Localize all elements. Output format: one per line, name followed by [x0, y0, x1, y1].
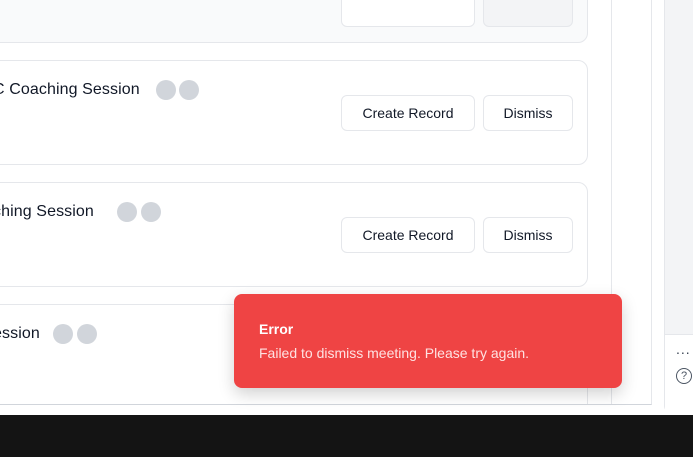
create-record-button[interactable]: Create Record — [341, 95, 475, 131]
dismiss-button[interactable] — [483, 0, 573, 27]
toast-title: Error — [259, 321, 294, 337]
meeting-card: C Coaching Session Create Record Dismiss — [0, 60, 588, 165]
create-record-button[interactable] — [341, 0, 475, 27]
attendee-avatar — [77, 324, 97, 344]
dismiss-button[interactable]: Dismiss — [483, 95, 573, 131]
meeting-title: ching Session — [0, 203, 94, 220]
meeting-title: ession — [0, 325, 40, 342]
desktop-background — [0, 415, 693, 457]
rail-footer: ... ? — [665, 334, 693, 412]
attendee-avatar — [141, 202, 161, 222]
attendee-avatar — [179, 80, 199, 100]
meeting-card: ching Session Create Record Dismiss — [0, 182, 588, 287]
error-toast[interactable]: Error Failed to dismiss meeting. Please … — [234, 294, 622, 388]
help-icon[interactable]: ? — [676, 368, 692, 384]
create-record-button[interactable]: Create Record — [341, 217, 475, 253]
dismiss-button[interactable]: Dismiss — [483, 217, 573, 253]
more-options-icon[interactable]: ... — [676, 341, 691, 357]
meeting-title: C Coaching Session — [0, 81, 140, 98]
attendee-avatar — [117, 202, 137, 222]
right-sidebar-rail: ... ? — [664, 0, 693, 412]
meeting-card — [0, 0, 588, 43]
attendee-avatar — [156, 80, 176, 100]
attendee-avatar — [53, 324, 73, 344]
toast-message: Failed to dismiss meeting. Please try ag… — [259, 345, 530, 361]
